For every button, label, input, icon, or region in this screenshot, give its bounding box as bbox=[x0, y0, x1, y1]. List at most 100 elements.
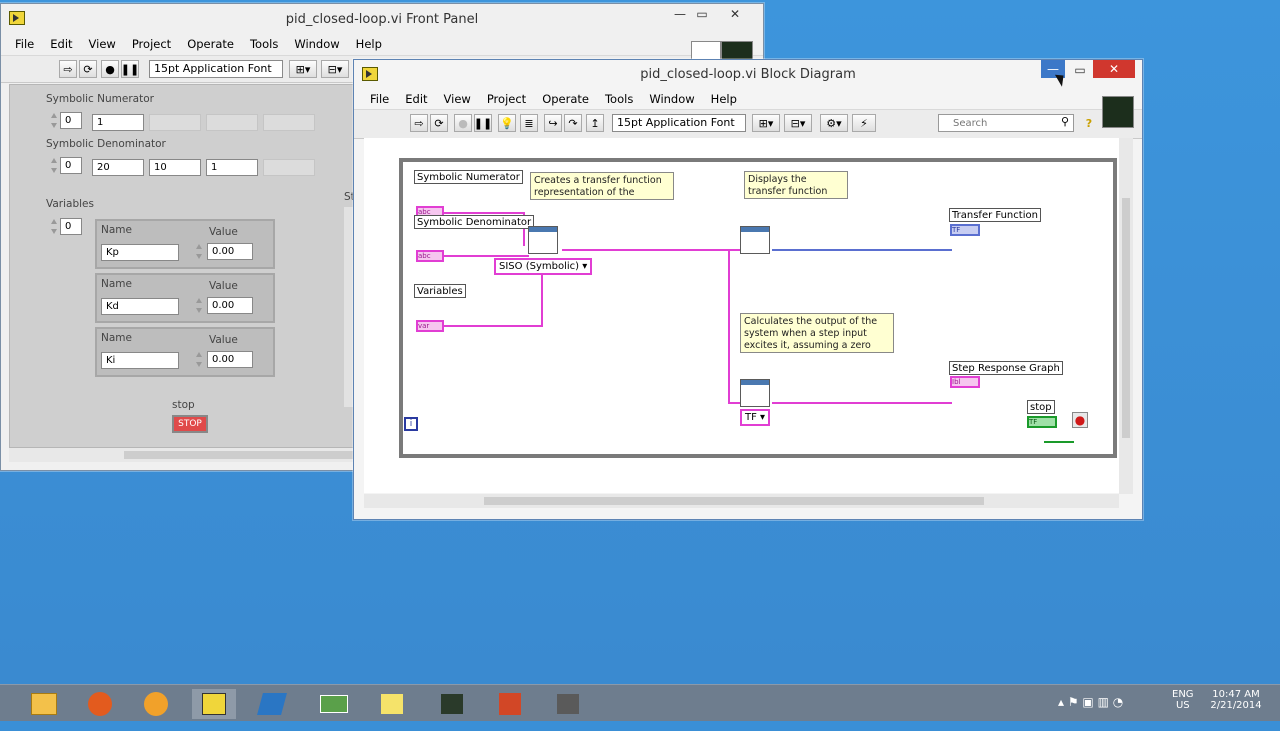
value-spin-icon[interactable] bbox=[195, 351, 203, 368]
menu-view[interactable]: View bbox=[81, 37, 124, 51]
block-diagram-titlebar[interactable]: pid_closed-loop.vi Block Diagram — ▭ ✕ bbox=[354, 60, 1142, 86]
step-graph-label[interactable]: Step Response Graph bbox=[949, 361, 1063, 375]
align-icon[interactable]: ⊞▾ bbox=[289, 60, 317, 78]
run-arrow-icon[interactable]: ⇨ bbox=[410, 114, 428, 132]
tf-indicator-terminal[interactable]: TF bbox=[950, 224, 980, 236]
front-panel-titlebar[interactable]: pid_closed-loop.vi Front Panel — ▭ ✕ bbox=[1, 4, 763, 34]
numerator-element[interactable] bbox=[149, 114, 201, 131]
pause-icon[interactable]: ❚❚ bbox=[121, 60, 139, 78]
menu-project[interactable]: Project bbox=[124, 37, 179, 51]
menu-window[interactable]: Window bbox=[641, 92, 702, 106]
denominator-element[interactable]: 10 bbox=[149, 159, 201, 176]
step-over-icon[interactable]: ↷ bbox=[564, 114, 582, 132]
comment-display-tf[interactable]: Displays the transfer function bbox=[744, 171, 848, 199]
cleanup-diagram-icon[interactable]: ⚡ bbox=[852, 114, 876, 132]
variable-value-field[interactable]: 0.00 bbox=[207, 351, 253, 368]
run-continuously-icon[interactable]: ⟳ bbox=[430, 114, 448, 132]
index-spin-icon[interactable] bbox=[50, 218, 58, 235]
sym-den-label[interactable]: Symbolic Denominator bbox=[414, 215, 535, 229]
denominator-index[interactable]: 0 bbox=[60, 157, 82, 174]
maximize-icon[interactable]: ▭ bbox=[691, 4, 713, 24]
menu-window[interactable]: Window bbox=[286, 37, 347, 51]
value-spin-icon[interactable] bbox=[195, 297, 203, 314]
variable-value-field[interactable]: 0.00 bbox=[207, 243, 253, 260]
value-spin-icon[interactable] bbox=[195, 243, 203, 260]
menu-edit[interactable]: Edit bbox=[42, 37, 80, 51]
firefox-icon[interactable] bbox=[78, 689, 122, 719]
menu-tools[interactable]: Tools bbox=[597, 92, 641, 106]
close-icon[interactable]: ✕ bbox=[713, 4, 757, 24]
menu-tools[interactable]: Tools bbox=[242, 37, 286, 51]
comment-step-response[interactable]: Calculates the output of the system when… bbox=[740, 313, 894, 353]
variables-label[interactable]: Variables bbox=[414, 284, 466, 298]
retain-wire-values-icon[interactable]: ≣ bbox=[520, 114, 538, 132]
create-tf-subvi[interactable] bbox=[528, 226, 558, 254]
app-dark-icon[interactable] bbox=[430, 689, 474, 719]
variable-name-field[interactable]: Ki bbox=[101, 352, 179, 369]
variable-name-field[interactable]: Kp bbox=[101, 244, 179, 261]
denominator-element[interactable] bbox=[263, 159, 315, 176]
minimize-icon[interactable]: — bbox=[669, 4, 691, 24]
menu-project[interactable]: Project bbox=[479, 92, 534, 106]
denominator-element[interactable]: 1 bbox=[206, 159, 258, 176]
iteration-terminal[interactable]: i bbox=[404, 417, 418, 431]
pause-icon[interactable]: ❚❚ bbox=[474, 114, 492, 132]
search-box[interactable]: ⚲ bbox=[938, 114, 1074, 132]
siso-ring[interactable]: SISO (Symbolic) ▾ bbox=[494, 258, 592, 275]
index-spin-icon[interactable] bbox=[50, 157, 58, 174]
file-explorer-icon[interactable] bbox=[22, 689, 66, 719]
matlab-icon[interactable] bbox=[250, 689, 294, 719]
distribute-icon[interactable]: ⊟▾ bbox=[321, 60, 349, 78]
tray-icons[interactable]: ▴ ⚑ ▣ ▥ ◔ bbox=[1058, 695, 1123, 731]
reorder-icon[interactable]: ⚙▾ bbox=[820, 114, 848, 132]
menu-operate[interactable]: Operate bbox=[179, 37, 242, 51]
sym-den-terminal[interactable]: abc bbox=[416, 250, 444, 262]
step-graph-terminal[interactable]: Ibl bbox=[950, 376, 980, 388]
front-panel-hscrollbar[interactable] bbox=[9, 448, 355, 462]
menu-file[interactable]: File bbox=[362, 92, 397, 106]
close-icon[interactable]: ✕ bbox=[1093, 60, 1135, 78]
vi-icon[interactable] bbox=[1102, 96, 1134, 128]
variables-index[interactable]: 0 bbox=[60, 218, 82, 235]
step-response-subvi[interactable] bbox=[740, 379, 770, 407]
comment-create-tf[interactable]: Creates a transfer function representati… bbox=[530, 172, 674, 200]
stop-label[interactable]: stop bbox=[1027, 400, 1055, 414]
numerator-element[interactable] bbox=[263, 114, 315, 131]
numerator-index[interactable]: 0 bbox=[60, 112, 82, 129]
search-input[interactable] bbox=[951, 115, 1055, 131]
app-green-icon[interactable] bbox=[312, 689, 356, 719]
numerator-element[interactable]: 1 bbox=[92, 114, 144, 131]
variable-name-field[interactable]: Kd bbox=[101, 298, 179, 315]
stop-terminal[interactable]: TF bbox=[1027, 416, 1057, 428]
step-into-icon[interactable]: ↪ bbox=[544, 114, 562, 132]
run-continuously-icon[interactable]: ⟳ bbox=[79, 60, 97, 78]
highlight-execution-icon[interactable]: 💡 bbox=[498, 114, 516, 132]
font-selector[interactable]: 15pt Application Font bbox=[149, 60, 283, 78]
maximize-icon[interactable]: ▭ bbox=[1067, 60, 1093, 80]
tf-ring[interactable]: TF ▾ bbox=[740, 409, 770, 426]
index-spin-icon[interactable] bbox=[50, 112, 58, 129]
help-icon[interactable]: ? bbox=[1080, 114, 1098, 132]
search-icon[interactable]: ⚲ bbox=[1061, 115, 1069, 128]
menu-help[interactable]: Help bbox=[703, 92, 745, 106]
app-tool-icon[interactable] bbox=[546, 689, 590, 719]
menu-operate[interactable]: Operate bbox=[534, 92, 597, 106]
draw-tf-subvi[interactable] bbox=[740, 226, 770, 254]
app-orange-icon[interactable] bbox=[134, 689, 178, 719]
distribute-icon[interactable]: ⊟▾ bbox=[784, 114, 812, 132]
sticky-notes-icon[interactable] bbox=[370, 689, 414, 719]
abort-icon[interactable]: ● bbox=[454, 114, 472, 132]
sym-num-label[interactable]: Symbolic Numerator bbox=[414, 170, 523, 184]
block-diagram-hscrollbar[interactable] bbox=[364, 494, 1119, 508]
powerpoint-icon[interactable] bbox=[488, 689, 532, 719]
menu-help[interactable]: Help bbox=[348, 37, 390, 51]
labview-taskbar-icon[interactable] bbox=[192, 689, 236, 719]
denominator-element[interactable]: 20 bbox=[92, 159, 144, 176]
menu-file[interactable]: File bbox=[7, 37, 42, 51]
stop-button[interactable]: STOP bbox=[172, 415, 208, 433]
scroll-thumb[interactable] bbox=[1122, 198, 1130, 438]
run-arrow-icon[interactable]: ⇨ bbox=[59, 60, 77, 78]
loop-condition-icon[interactable]: ● bbox=[1072, 412, 1088, 428]
scroll-thumb[interactable] bbox=[484, 497, 984, 505]
block-diagram-vscrollbar[interactable] bbox=[1119, 138, 1133, 494]
